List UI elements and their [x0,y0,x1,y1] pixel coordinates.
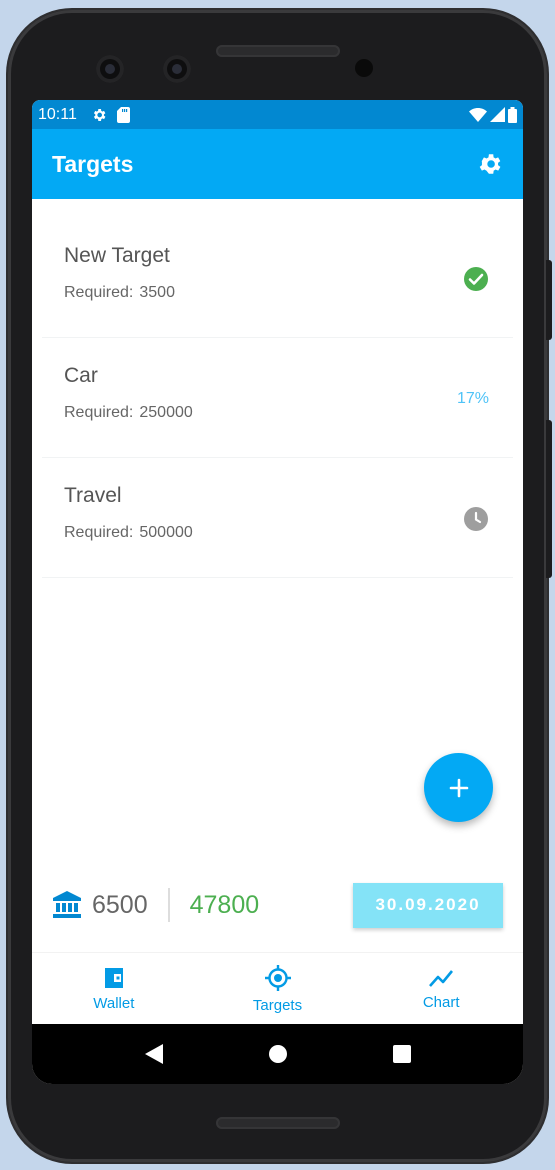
nav-item-wallet[interactable]: Wallet [32,953,196,1024]
date-button[interactable]: 30.09.2020 [353,882,503,928]
plus-icon [449,778,468,797]
saved-value: 47800 [189,890,260,919]
wifi-icon [469,107,487,122]
signal-icon [490,107,505,122]
target-required: Required: 3500 [64,284,491,302]
targets-list: New Target Required: 3500 Car Required: 25… [42,220,513,580]
front-camera-icon [163,55,191,83]
target-card[interactable]: Travel Required: 500000 [42,460,513,578]
summary-divider [167,888,170,922]
balance-value: 6500 [92,890,148,919]
bottom-navigation: Wallet Targets Chart [32,952,523,1024]
nav-label-targets: Targets [252,996,303,1014]
target-required: Required: 250000 [64,404,491,422]
system-navigation-bar [32,1024,523,1084]
home-icon[interactable] [268,1044,288,1064]
settings-gear-icon[interactable] [477,151,503,177]
target-name: Travel [64,484,122,507]
required-value: 250000 [139,404,193,421]
target-progress-percent: 17% [457,390,489,408]
nav-item-targets[interactable]: Targets [196,953,360,1024]
target-required: Required: 500000 [64,524,491,542]
bottom-speaker [216,1117,340,1129]
required-label: Required: [64,404,134,421]
proximity-sensor [355,59,373,77]
top-speaker [216,45,340,57]
clock-icon [463,506,489,532]
nav-label-wallet: Wallet [93,994,135,1012]
target-name: New Target [64,244,170,267]
check-circle-icon [463,266,489,292]
target-icon [264,964,291,991]
wallet-summary: 6500 47800 30.09.2020 [32,870,523,940]
power-button [546,260,552,340]
back-icon[interactable] [144,1044,163,1064]
bank-icon [52,891,82,919]
status-time: 10:11 [38,105,77,123]
target-card[interactable]: New Target Required: 3500 [42,220,513,338]
gear-icon [91,107,107,123]
wallet-icon [104,967,123,988]
required-value: 3500 [139,284,175,301]
required-value: 500000 [139,524,193,541]
sd-card-icon [116,106,130,123]
volume-button [546,420,552,578]
status-bar: 10:11 [32,100,523,129]
recents-icon[interactable] [392,1045,411,1063]
nav-label-chart: Chart [422,993,460,1011]
add-target-button[interactable] [424,753,493,822]
chart-icon [429,969,454,987]
page-title: Targets [52,150,134,177]
target-name: Car [64,364,98,387]
target-card[interactable]: Car Required: 250000 17% [42,340,513,458]
battery-icon [508,106,517,123]
required-label: Required: [64,284,134,301]
app-bar: Targets [32,129,523,199]
required-label: Required: [64,524,134,541]
nav-item-chart[interactable]: Chart [359,953,523,1024]
percent-text: 17% [456,389,489,407]
app-screen: 10:11 Targets New Target Required: 3500 … [32,100,523,1084]
front-camera-icon [96,55,124,83]
